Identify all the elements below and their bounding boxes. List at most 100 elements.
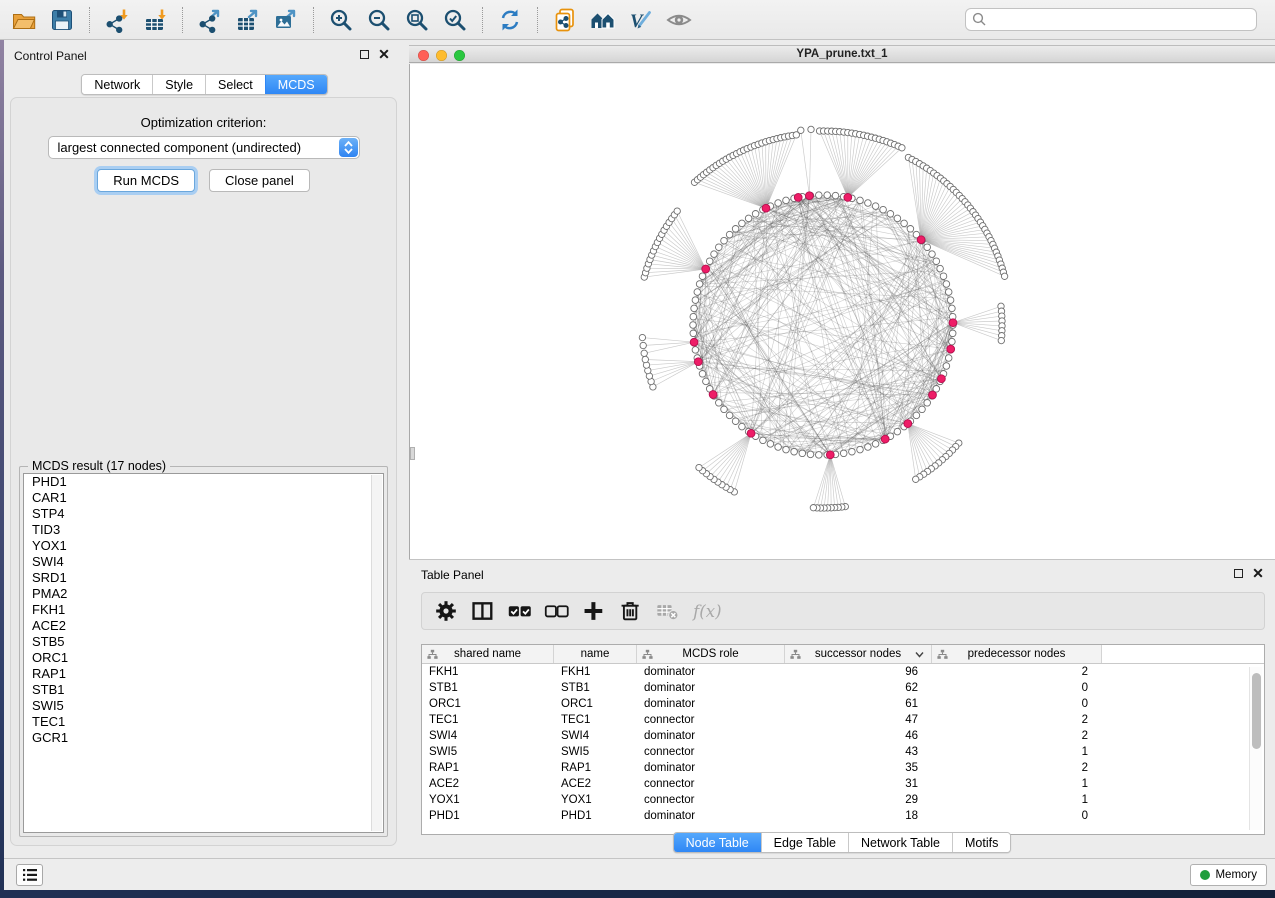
zoom-fit-button[interactable] — [399, 4, 435, 36]
splitter-handle[interactable] — [410, 447, 415, 460]
cell-shared-name: TEC1 — [422, 714, 554, 726]
save-session-button[interactable] — [44, 4, 80, 36]
toolbar-separator — [313, 7, 314, 33]
mcds-result-item[interactable]: ORC1 — [24, 650, 383, 666]
search-input[interactable] — [965, 8, 1257, 31]
float-panel-icon[interactable] — [360, 50, 369, 59]
cell-name: STB1 — [554, 682, 637, 694]
show-hide-button[interactable] — [661, 4, 697, 36]
table-row[interactable]: RAP1 RAP1 dominator 35 2 — [422, 760, 1264, 776]
mcds-result-item[interactable]: YOX1 — [24, 538, 383, 554]
tab-select[interactable]: Select — [205, 75, 265, 94]
import-network-button[interactable] — [99, 4, 135, 36]
vizmapper-button[interactable]: V — [623, 4, 659, 36]
optimization-criterion-label: Optimization criterion: — [11, 115, 396, 130]
toolbar-separator — [537, 7, 538, 33]
cell-successor-nodes: 43 — [785, 746, 932, 758]
network-canvas[interactable] — [409, 64, 1275, 559]
settings-button[interactable] — [432, 597, 460, 625]
mcds-result-group: MCDS result (17 nodes) PHD1CAR1STP4TID3Y… — [19, 466, 388, 837]
cell-shared-name: RAP1 — [422, 762, 554, 774]
run-mcds-button[interactable]: Run MCDS — [97, 169, 195, 192]
table-row[interactable]: FKH1 FKH1 dominator 96 2 — [422, 664, 1264, 680]
table-row[interactable]: STB1 STB1 dominator 62 0 — [422, 680, 1264, 696]
network-workspace: YPA_prune.txt_1 Table Panel f(x) sh — [409, 40, 1275, 858]
export-image-button[interactable] — [268, 4, 304, 36]
select-all-button[interactable] — [506, 597, 534, 625]
table-row[interactable]: ACE2 ACE2 connector 31 1 — [422, 776, 1264, 792]
criterion-select[interactable]: largest connected component (undirected) — [48, 136, 360, 159]
tab-motifs[interactable]: Motifs — [952, 833, 1010, 852]
table-row[interactable]: ORC1 ORC1 dominator 61 0 — [422, 696, 1264, 712]
column-header-name[interactable]: name — [554, 645, 637, 663]
column-header-mcds-role[interactable]: MCDS role — [637, 645, 785, 663]
export-table-icon — [235, 7, 261, 33]
mcds-result-item[interactable]: PHD1 — [24, 474, 383, 490]
toolbar-group — [192, 4, 304, 36]
deselect-all-button[interactable] — [543, 597, 571, 625]
column-header-successor-nodes[interactable]: successor nodes — [785, 645, 932, 663]
open-folder-button[interactable] — [6, 4, 42, 36]
mcds-list-scrollbar[interactable] — [371, 475, 382, 831]
mcds-result-item[interactable]: TEC1 — [24, 714, 383, 730]
main-area: Control Panel NetworkStyleSelectMCDS Opt… — [4, 40, 1275, 890]
import-table-icon — [142, 7, 168, 33]
zoom-out-button[interactable] — [361, 4, 397, 36]
mcds-result-item[interactable]: SRD1 — [24, 570, 383, 586]
columns-button[interactable] — [469, 597, 497, 625]
neighbors-button[interactable] — [585, 4, 621, 36]
mcds-result-item[interactable]: TID3 — [24, 522, 383, 538]
export-network-button[interactable] — [192, 4, 228, 36]
close-table-panel-icon[interactable] — [1253, 568, 1263, 578]
refresh-layout-button[interactable] — [492, 4, 528, 36]
table-row[interactable]: TEC1 TEC1 connector 47 2 — [422, 712, 1264, 728]
add-row-button[interactable] — [580, 597, 608, 625]
mcds-result-item[interactable]: CAR1 — [24, 490, 383, 506]
cell-name: PHD1 — [554, 810, 637, 822]
table-row[interactable]: SWI5 SWI5 connector 43 1 — [422, 744, 1264, 760]
export-table-button[interactable] — [230, 4, 266, 36]
column-header-predecessor-nodes[interactable]: predecessor nodes — [932, 645, 1102, 663]
delete-row-button[interactable] — [617, 597, 645, 625]
mcds-result-item[interactable]: STB1 — [24, 682, 383, 698]
cell-successor-nodes: 46 — [785, 730, 932, 742]
import-table-button[interactable] — [137, 4, 173, 36]
close-panel-icon[interactable] — [379, 49, 389, 59]
mcds-result-item[interactable]: FKH1 — [24, 602, 383, 618]
tab-mcds[interactable]: MCDS — [265, 75, 327, 94]
mcds-result-item[interactable]: ACE2 — [24, 618, 383, 634]
mcds-result-item[interactable]: SWI5 — [24, 698, 383, 714]
tab-network-table[interactable]: Network Table — [848, 833, 952, 852]
mcds-result-item[interactable]: PMA2 — [24, 586, 383, 602]
memory-button[interactable]: Memory — [1190, 864, 1267, 886]
graph-hub-node — [881, 435, 889, 443]
zoom-in-button[interactable] — [323, 4, 359, 36]
close-panel-button[interactable]: Close panel — [209, 169, 310, 192]
mcds-result-item[interactable]: STP4 — [24, 506, 383, 522]
mcds-result-item[interactable]: RAP1 — [24, 666, 383, 682]
table-row[interactable]: YOX1 YOX1 connector 29 1 — [422, 792, 1264, 808]
tab-edge-table[interactable]: Edge Table — [761, 833, 848, 852]
column-label: predecessor nodes — [968, 648, 1066, 660]
cell-successor-nodes: 18 — [785, 810, 932, 822]
zoom-selected-button[interactable] — [437, 4, 473, 36]
graph-hub-node — [762, 204, 770, 212]
tab-node-table[interactable]: Node Table — [674, 833, 761, 852]
mcds-result-list[interactable]: PHD1CAR1STP4TID3YOX1SWI4SRD1PMA2FKH1ACE2… — [23, 473, 384, 833]
mcds-buttons: Run MCDS Close panel — [11, 169, 396, 192]
mcds-result-item[interactable]: SWI4 — [24, 554, 383, 570]
table-row[interactable]: PHD1 PHD1 dominator 18 0 — [422, 808, 1264, 824]
column-header-shared-name[interactable]: shared name — [422, 645, 554, 663]
task-history-button[interactable] — [16, 864, 43, 886]
mcds-result-item[interactable]: STB5 — [24, 634, 383, 650]
tab-style[interactable]: Style — [152, 75, 205, 94]
mcds-result-item[interactable]: GCR1 — [24, 730, 383, 746]
tab-network[interactable]: Network — [82, 75, 152, 94]
document-network-button[interactable] — [547, 4, 583, 36]
graph-hub-node — [938, 375, 946, 383]
table-row[interactable]: SWI4 SWI4 dominator 46 2 — [422, 728, 1264, 744]
add-row-icon — [581, 599, 607, 623]
table-scrollbar-thumb[interactable] — [1252, 673, 1261, 749]
table-scrollbar[interactable] — [1249, 667, 1262, 830]
float-table-panel-icon[interactable] — [1234, 569, 1243, 578]
